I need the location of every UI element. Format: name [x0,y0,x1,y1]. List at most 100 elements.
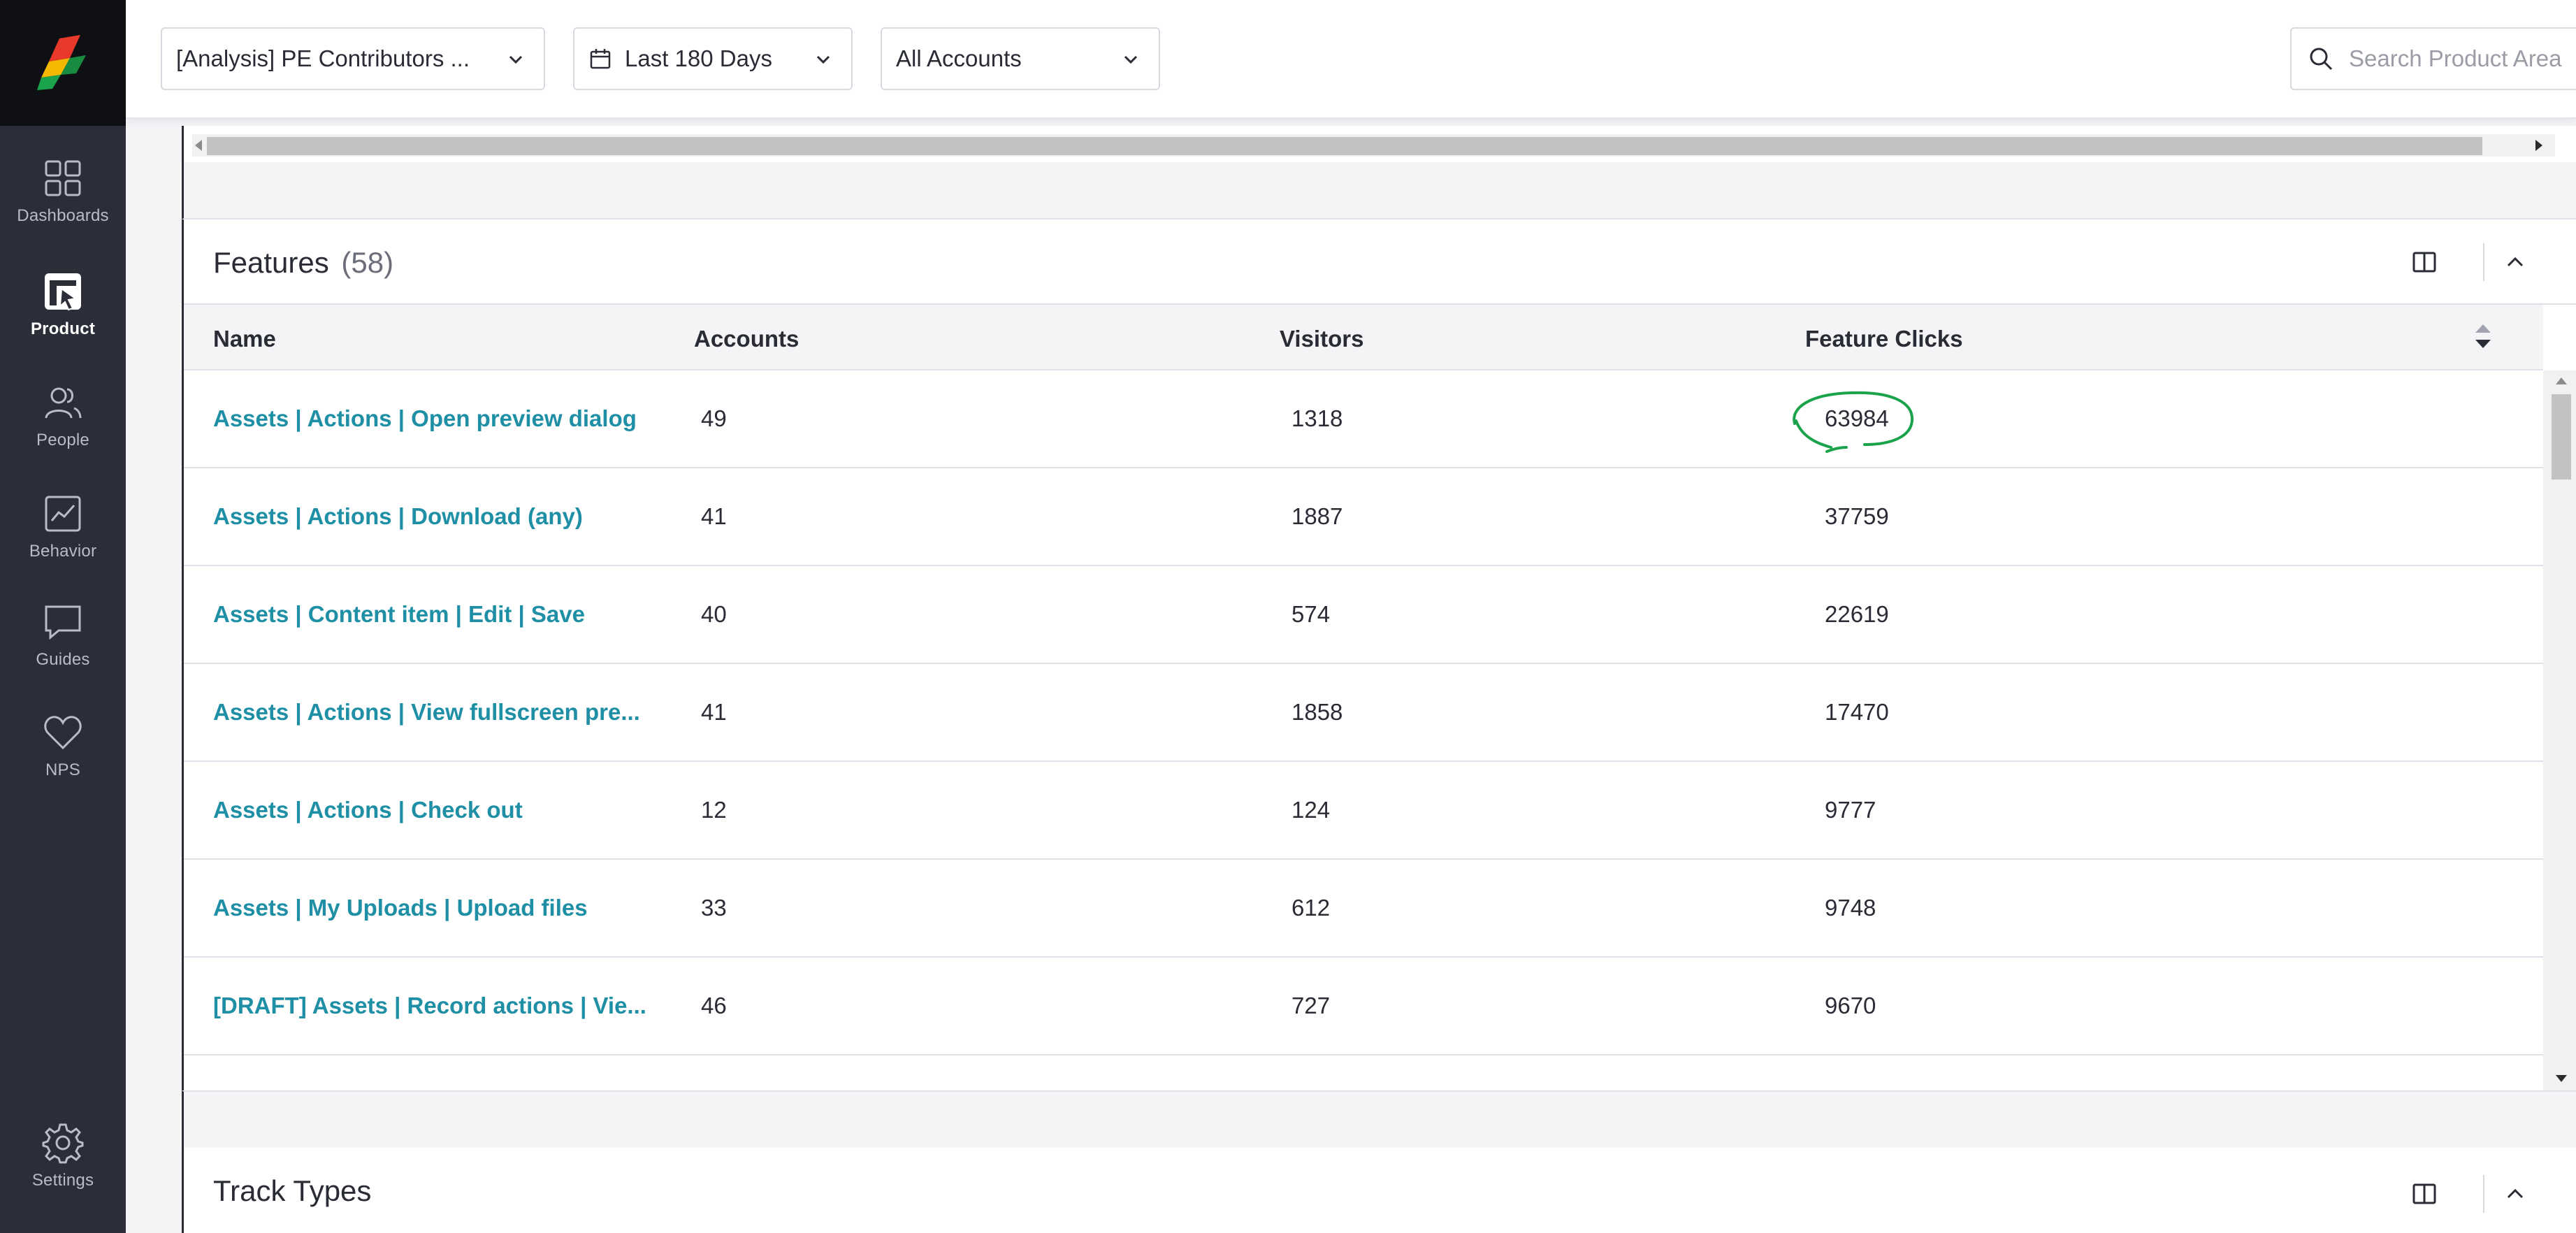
segment-select-value: [Analysis] PE Contributors ... [176,45,470,71]
sort-descending-icon[interactable] [2469,320,2497,356]
product-area-search[interactable] [2290,27,2576,90]
visitors-cell: 574 [1291,601,1331,627]
scroll-down-arrow-icon[interactable] [2556,1075,2567,1082]
column-header-feature-clicks[interactable]: Feature Clicks [1805,326,1963,352]
vertical-scrollbar[interactable] [2543,370,2576,1090]
table-row[interactable]: Assets | Content item | Edit | Save 40 5… [184,566,2543,664]
accounts-select[interactable]: All Accounts [881,27,1160,90]
logo[interactable] [0,0,126,126]
divider [2483,1175,2484,1213]
table-row[interactable]: Assets | Actions | Open preview dialog 4… [184,370,2543,468]
feature-clicks-cell: 63984 [1825,405,1889,431]
feature-clicks-cell: 9777 [1825,797,1876,823]
sidebar-item-label: Dashboards [17,206,109,225]
visitors-cell: 1318 [1291,405,1343,431]
feature-name-link[interactable]: Assets | Actions | Check out [213,797,523,823]
accounts-cell: 49 [701,405,727,431]
accounts-cell: 41 [701,699,727,725]
features-table-body: Assets | Actions | Open preview dialog 4… [184,370,2543,1090]
gear-icon [42,1123,84,1164]
table-row[interactable]: Assets | Actions | View fullscreen pre..… [184,664,2543,762]
features-title: Features [213,246,329,279]
scrollbar-thumb[interactable] [2552,394,2571,480]
sidebar-item-label: Settings [31,1171,94,1190]
collapse-button[interactable] [2494,241,2536,283]
sidebar-item-label: Product [30,319,96,338]
sidebar-item-settings[interactable]: Settings [0,1122,126,1227]
chevron-down-icon [1124,55,1138,64]
sidebar-item-people[interactable]: People [0,382,126,486]
table-row[interactable]: [DRAFT] Assets | Record actions | Vie...… [184,958,2543,1055]
features-table-header: Name Accounts Visitors Feature Clicks [184,305,2543,370]
table-row[interactable]: Assets | Actions | Check out 12 124 9777 [184,762,2543,860]
divider [2483,243,2484,281]
accounts-cell: 12 [701,797,727,823]
accounts-cell: 33 [701,895,727,921]
sidebar-item-dashboards[interactable]: Dashboards [0,157,126,262]
date-range-value: Last 180 Days [625,45,772,71]
feature-clicks-cell: 9670 [1825,993,1876,1018]
scrollbar-thumb[interactable] [207,137,2482,155]
sidebar-item-guides[interactable]: Guides [0,601,126,706]
sidebar-item-label: NPS [45,760,80,779]
feature-name-link[interactable]: Assets | Actions | Download (any) [213,503,583,530]
column-layout-button[interactable] [2403,241,2445,283]
sidebar-item-behavior[interactable]: Behavior [0,493,126,598]
scroll-right-arrow-icon[interactable] [2535,140,2542,151]
feature-clicks-cell: 17470 [1825,699,1889,725]
table-row[interactable]: Assets | Actions | Download (any) 41 188… [184,468,2543,566]
search-icon [2310,48,2333,71]
scroll-up-arrow-icon[interactable] [2556,377,2567,384]
date-range-select[interactable]: Last 180 Days [573,27,853,90]
sidebar-item-nps[interactable]: NPS [0,712,126,816]
column-layout-button[interactable] [2403,1173,2445,1215]
segment-select[interactable]: [Analysis] PE Contributors ... [161,27,545,90]
column-header-accounts[interactable]: Accounts [694,326,799,352]
features-panel-header: Features (58) [184,219,2576,305]
sidebar-item-label: Guides [36,650,90,669]
sidebar-item-product[interactable]: Product [0,271,126,375]
accounts-cell: 46 [701,993,727,1018]
collapse-button[interactable] [2494,1173,2536,1215]
feature-name-link[interactable]: Assets | Actions | View fullscreen pre..… [213,699,640,726]
search-input[interactable] [2349,45,2576,72]
calendar-icon [590,49,611,69]
sidebar-item-label: People [36,431,89,449]
chevron-down-icon [816,55,830,64]
visitors-cell: 124 [1291,797,1331,823]
feature-clicks-cell: 37759 [1825,503,1889,529]
feature-clicks-cell: 9748 [1825,895,1876,921]
track-types-panel: Track Types [182,1148,2576,1233]
guides-icon [45,605,81,640]
panel-title: Features (58) [213,246,393,280]
scroll-left-arrow-icon[interactable] [195,140,202,151]
column-header-visitors[interactable]: Visitors [1280,326,1363,352]
feature-name-link[interactable]: Assets | Content item | Edit | Save [213,601,585,628]
chevron-up-icon [2507,1188,2524,1199]
table-row[interactable]: Assets | My Uploads | Upload files 33 61… [184,860,2543,958]
feature-name-link[interactable]: [DRAFT] Assets | Record actions | Vie... [213,993,646,1019]
accounts-select-value: All Accounts [896,45,1022,71]
behavior-icon [45,496,81,532]
visitors-cell: 1887 [1291,503,1343,529]
feature-name-link[interactable]: Assets | My Uploads | Upload files [213,895,588,921]
chevron-up-icon [2507,257,2524,267]
features-panel: Features (58) Name Accounts Visitors Fea… [182,219,2576,1090]
columns-icon [2412,252,2436,273]
accounts-cell: 40 [701,601,727,627]
grid-icon [45,160,81,196]
top-filter-bar: [Analysis] PE Contributors ... Last 180 … [126,0,2576,119]
columns-icon [2412,1183,2436,1204]
visitors-cell: 612 [1291,895,1331,921]
feature-name-link[interactable]: Assets | Actions | Open preview dialog [213,405,637,432]
horizontal-scrollbar[interactable] [182,126,2576,162]
section-spacer [182,162,2576,219]
sidebar: Dashboards Product People Behavior Guide… [0,0,126,1233]
feature-clicks-cell: 22619 [1825,601,1889,627]
track-types-title: Track Types [213,1174,372,1207]
people-icon [45,387,82,419]
column-header-name[interactable]: Name [213,326,276,352]
sidebar-item-label: Behavior [29,542,97,561]
heart-icon [44,716,82,750]
pendo-logo-icon [37,35,86,90]
